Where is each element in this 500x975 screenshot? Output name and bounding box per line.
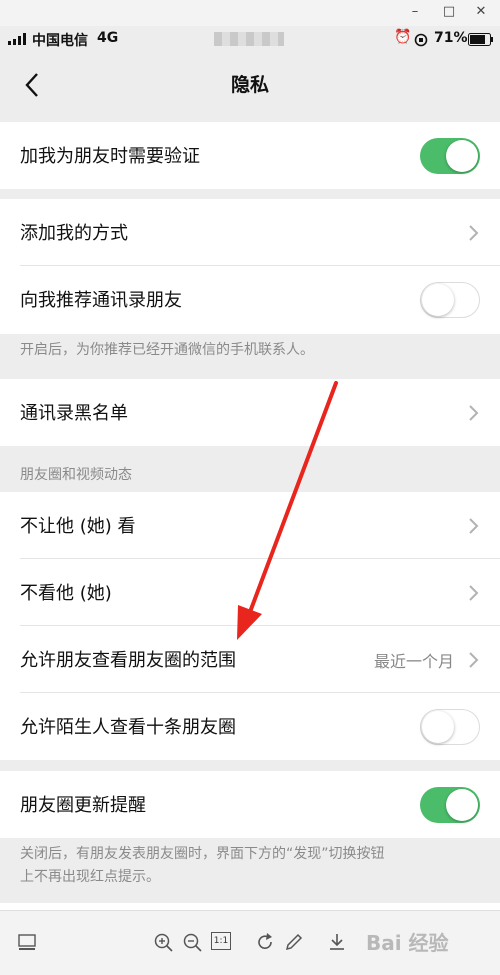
download-icon[interactable]	[326, 931, 348, 953]
watermark-text: Bai 经验	[366, 931, 449, 955]
viewer-toolbar: 1:1 Bai 经验	[0, 910, 500, 975]
watermark-logo: Bai 经验	[366, 927, 449, 956]
sidebar-toggle-icon[interactable]	[16, 931, 38, 953]
rotate-icon[interactable]	[254, 931, 276, 953]
annotation-arrow	[237, 381, 338, 640]
edit-pencil-icon[interactable]	[283, 931, 305, 953]
actual-size-label: 1:1	[213, 936, 229, 946]
zoom-in-icon[interactable]	[152, 931, 174, 953]
zoom-out-icon[interactable]	[181, 931, 203, 953]
actual-size-button[interactable]: 1:1	[211, 932, 231, 950]
